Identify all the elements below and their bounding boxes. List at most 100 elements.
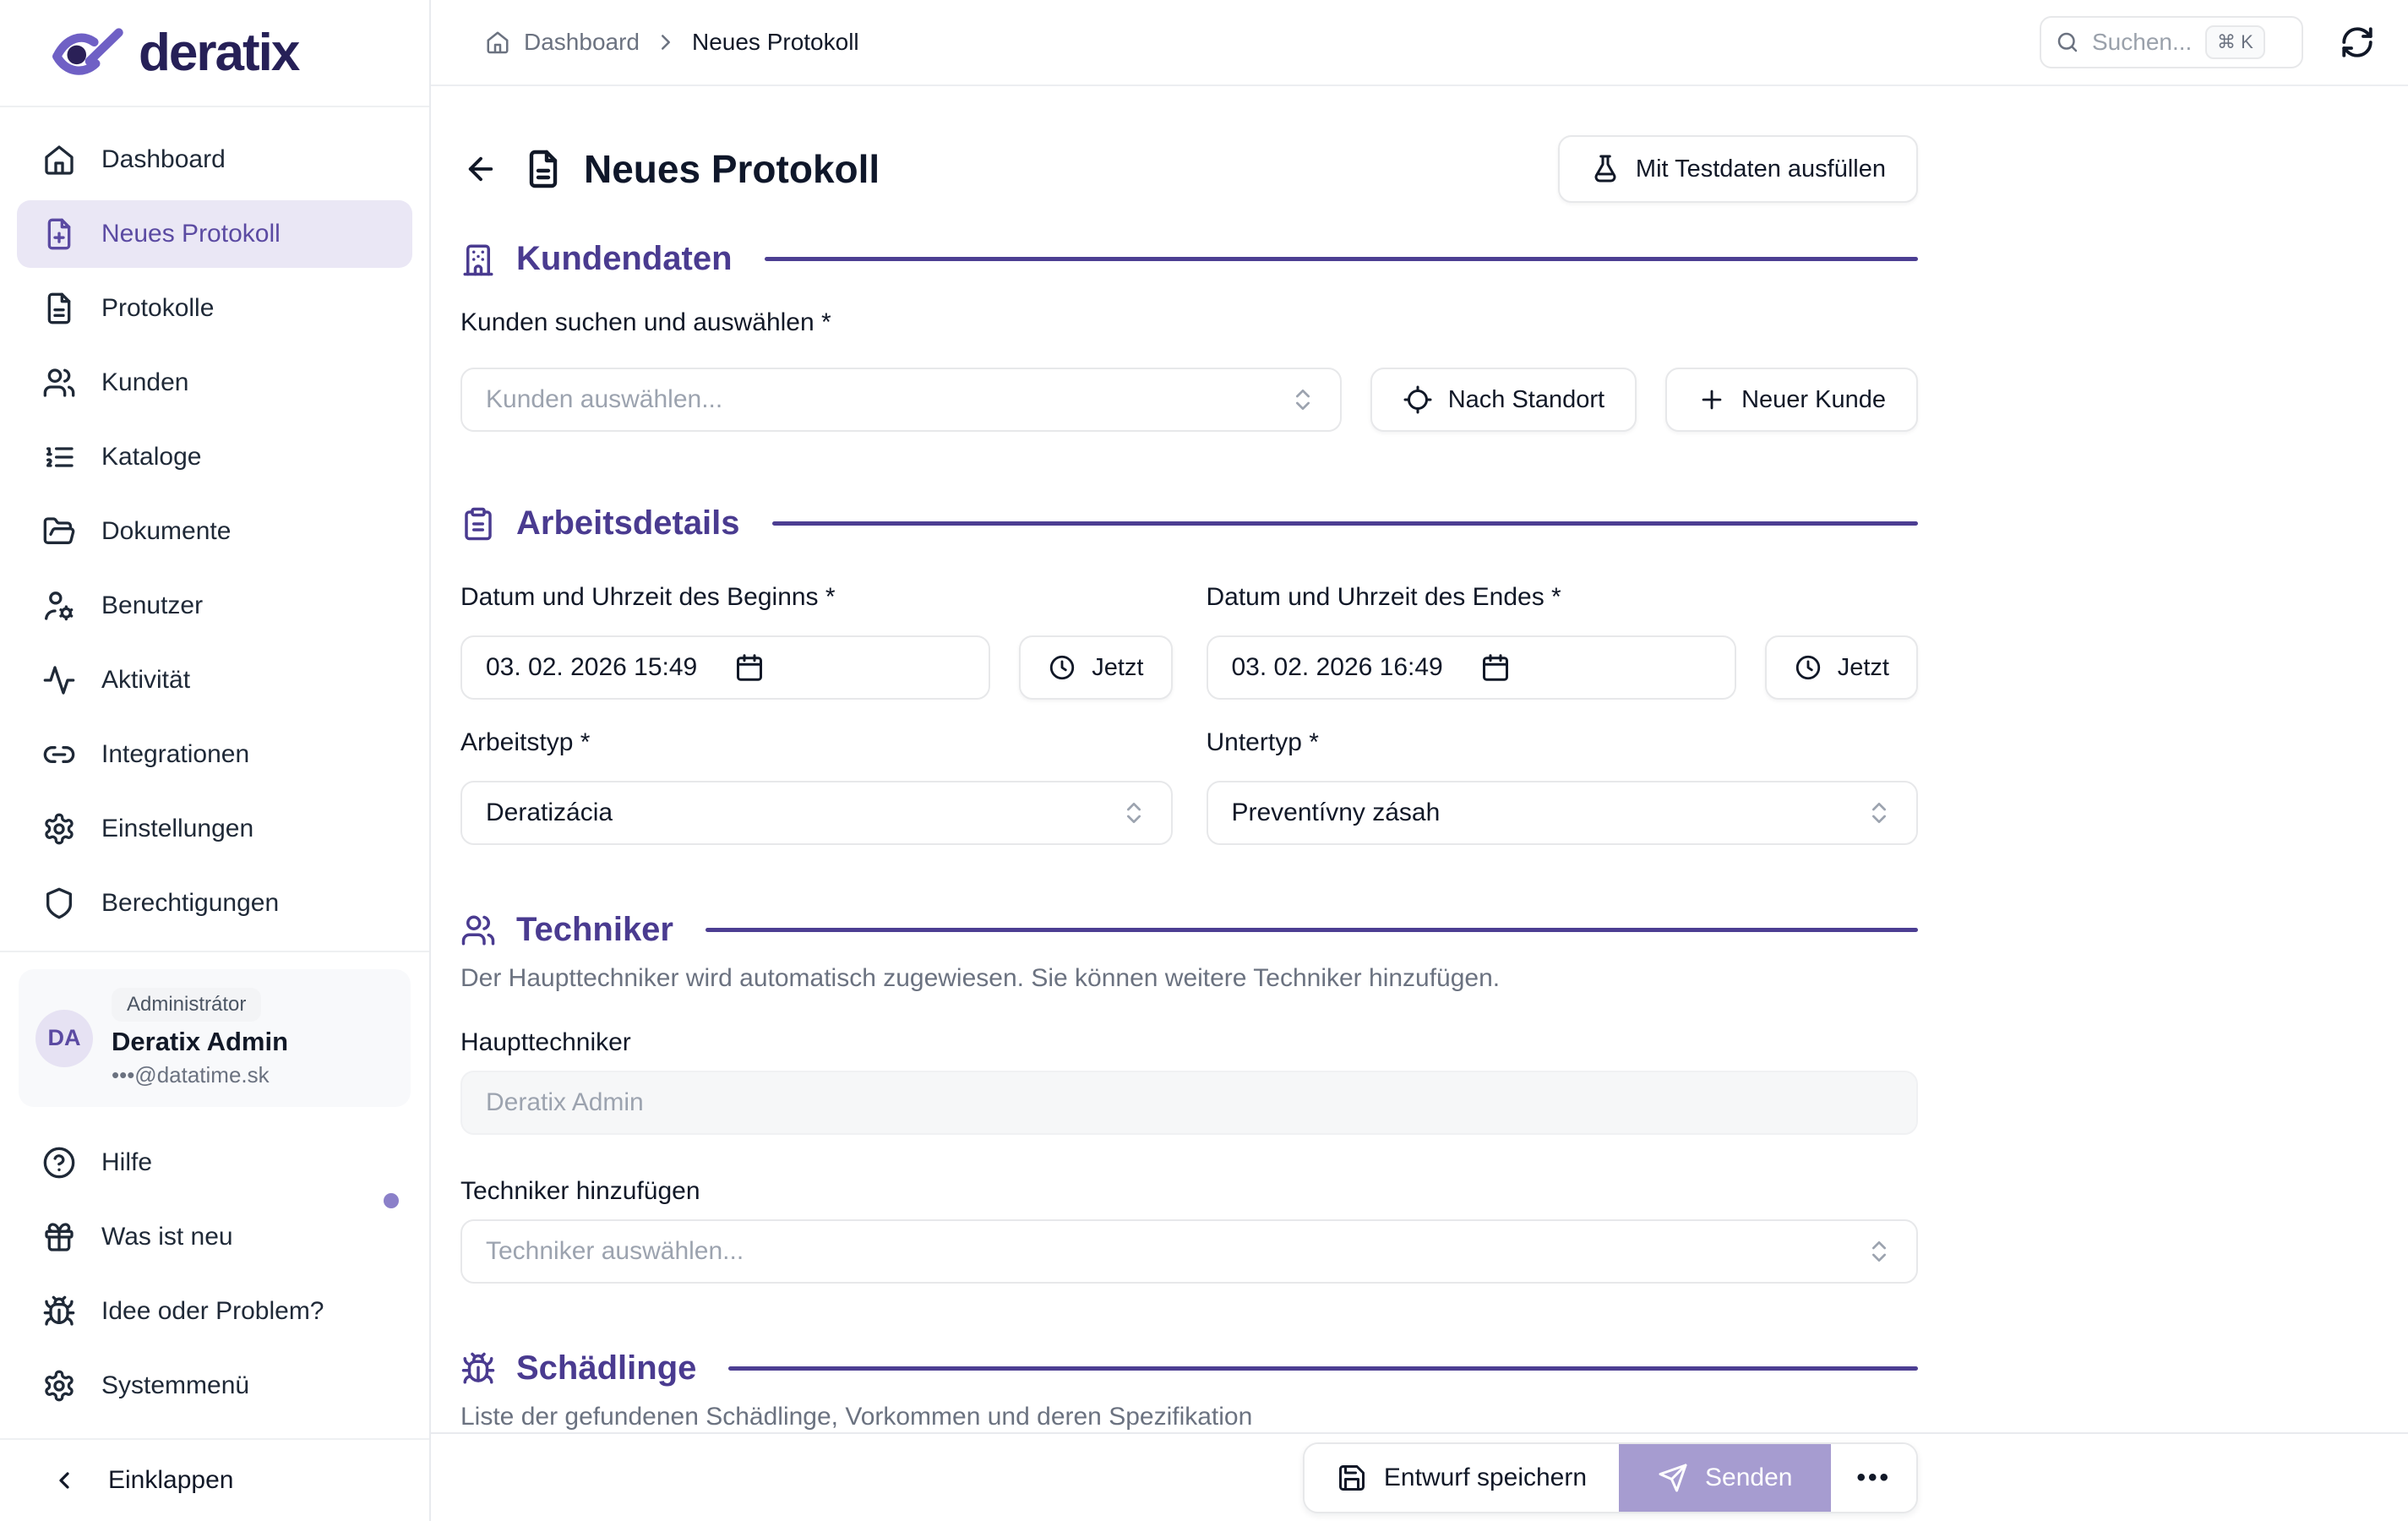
sidebar-item-kataloge[interactable]: Kataloge (17, 423, 412, 491)
gear-icon (45, 1370, 74, 1402)
by-location-button[interactable]: Nach Standort (1370, 368, 1637, 432)
calendar-icon[interactable] (734, 652, 765, 683)
shield-icon (46, 887, 73, 919)
clock-icon (1795, 655, 1820, 680)
section-rule (728, 1366, 1918, 1371)
sidebar-item-benutzer[interactable]: Benutzer (17, 572, 412, 640)
chevron-right-icon (661, 35, 670, 50)
by-location-label: Nach Standort (1447, 385, 1605, 413)
end-datetime-input[interactable]: 03. 02. 2026 16:49 (1206, 635, 1736, 700)
more-actions-button[interactable]: ••• (1831, 1443, 1916, 1512)
kunden-select-row: Kunden auswählen... Nach Standort Neuer … (460, 368, 1918, 432)
send-label: Senden (1705, 1463, 1793, 1491)
sidebar-item-dashboard[interactable]: Dashboard (17, 126, 412, 194)
user-card[interactable]: DA Administrátor Deratix Admin •••@datat… (19, 969, 411, 1107)
brand-logo[interactable]: deratix (47, 23, 300, 83)
sidebar-item-label: Hilfe (101, 1148, 153, 1176)
file-text-icon (47, 292, 71, 324)
worktype-value: Deratizácia (486, 799, 613, 826)
sidebar-item-label: Integrationen (101, 740, 250, 768)
chevrons-up-down-icon (1126, 803, 1141, 823)
new-customer-button[interactable]: Neuer Kunde (1665, 368, 1918, 432)
clipboard-list-icon (465, 507, 492, 540)
search-box[interactable]: ⌘ K (2040, 16, 2303, 68)
sidebar-item-kunden[interactable]: Kunden (17, 349, 412, 417)
chevrons-up-down-icon (1295, 390, 1310, 410)
avatar: DA (35, 1009, 93, 1067)
gear-icon (45, 813, 74, 845)
start-now-button[interactable]: Jetzt (1019, 635, 1173, 700)
gift-icon (45, 1223, 74, 1251)
sidebar-item-label: Kunden (101, 368, 189, 396)
sidebar-item-dokumente[interactable]: Dokumente (17, 498, 412, 565)
section-techniker-header: Techniker (460, 911, 1918, 949)
brand-wordmark: deratix (139, 24, 300, 82)
building-icon (463, 244, 493, 275)
sidebar-item-einstellungen[interactable]: Einstellungen (17, 795, 412, 863)
sidebar-item-hilfe[interactable]: Hilfe (17, 1129, 412, 1197)
action-button-group: Entwurf speichern Senden ••• (1302, 1442, 1918, 1513)
start-datetime-input[interactable]: 03. 02. 2026 15:49 (460, 635, 991, 700)
sidebar-item-label: Neues Protokoll (101, 220, 281, 248)
new-customer-label: Neuer Kunde (1741, 385, 1886, 413)
section-title: Techniker (516, 911, 673, 948)
chevrons-up-down-icon (1872, 1241, 1886, 1262)
eye-logo-icon (52, 27, 123, 75)
fill-testdata-button[interactable]: Mit Testdaten ausfüllen (1557, 135, 1918, 203)
sidebar-item-label: Idee oder Problem? (101, 1297, 324, 1325)
activity-icon (43, 666, 75, 695)
sidebar-item-integrationen[interactable]: Integrationen (17, 721, 412, 788)
sidebar-item-label: Kataloge (101, 443, 202, 471)
worktype-label: Arbeitstyp * (460, 728, 591, 756)
sidebar-item-label: Was ist neu (101, 1223, 233, 1251)
bug-icon (43, 1295, 75, 1326)
help-circle-icon (43, 1147, 75, 1179)
users-icon (43, 368, 75, 397)
kunden-select[interactable]: Kunden auswählen... (460, 368, 1342, 432)
search-input[interactable] (2092, 29, 2193, 56)
user-name: Deratix Admin (112, 1027, 289, 1056)
end-now-button[interactable]: Jetzt (1764, 635, 1918, 700)
sidebar-item-aktivitaet[interactable]: Aktivität (17, 646, 412, 714)
home-icon (45, 145, 74, 175)
section-kundendaten-header: Kundendaten (460, 240, 1918, 278)
sidebar: deratix Dashboard Neues Protokoll Protok… (0, 0, 431, 1521)
collapse-label: Einklappen (108, 1466, 234, 1494)
locate-icon (1403, 385, 1432, 414)
section-schaedlinge-header: Schädlinge (460, 1349, 1918, 1387)
sidebar-item-neues-protokoll[interactable]: Neues Protokoll (17, 200, 412, 268)
home-icon (487, 31, 509, 54)
refresh-icon (2342, 27, 2373, 57)
divider (0, 951, 429, 952)
calendar-icon[interactable] (1480, 652, 1511, 683)
flask-icon (1594, 155, 1616, 183)
save-draft-label: Entwurf speichern (1383, 1463, 1588, 1491)
sidebar-item-idee-oder-problem[interactable]: Idee oder Problem? (17, 1278, 412, 1345)
refresh-button[interactable] (2337, 22, 2378, 63)
breadcrumb-item-current: Neues Protokoll (691, 29, 859, 55)
add-technician-select[interactable]: Techniker auswählen... (460, 1219, 1918, 1284)
add-technician-label: Techniker hinzufügen (460, 1177, 700, 1205)
sidebar-item-was-ist-neu[interactable]: Was ist neu (17, 1193, 412, 1271)
keyboard-shortcut-badge: ⌘ K (2205, 25, 2265, 59)
section-rule (764, 257, 1918, 261)
sidebar-footer-nav: Hilfe Was ist neu Idee oder Problem? Sys… (0, 1124, 429, 1438)
send-button[interactable]: Senden (1619, 1443, 1832, 1512)
sidebar-item-label: Einstellungen (101, 815, 254, 842)
worktype-select[interactable]: Deratizácia (460, 781, 1173, 845)
sidebar-item-systemmenue[interactable]: Systemmenü (17, 1352, 412, 1420)
sidebar-bottom: DA Administrátor Deratix Admin •••@datat… (0, 951, 429, 1521)
start-datetime-label: Datum und Uhrzeit des Beginns * (460, 583, 836, 611)
sidebar-item-label: Berechtigungen (101, 889, 280, 917)
back-button[interactable] (460, 149, 501, 189)
save-draft-button[interactable]: Entwurf speichern (1304, 1443, 1620, 1512)
collapse-sidebar-button[interactable]: Einklappen (0, 1440, 429, 1521)
subtype-select[interactable]: Preventívny zásah (1206, 781, 1918, 845)
sidebar-item-protokolle[interactable]: Protokolle (17, 275, 412, 342)
breadcrumb-item-dashboard[interactable]: Dashboard (524, 29, 640, 56)
users-icon (461, 915, 495, 945)
sidebar-item-berechtigungen[interactable]: Berechtigungen (17, 870, 412, 937)
techniker-subtitle: Der Haupttechniker wird automatisch zuge… (460, 964, 1501, 992)
send-icon (1659, 1464, 1687, 1491)
end-datetime-label: Datum und Uhrzeit des Endes * (1206, 583, 1561, 611)
